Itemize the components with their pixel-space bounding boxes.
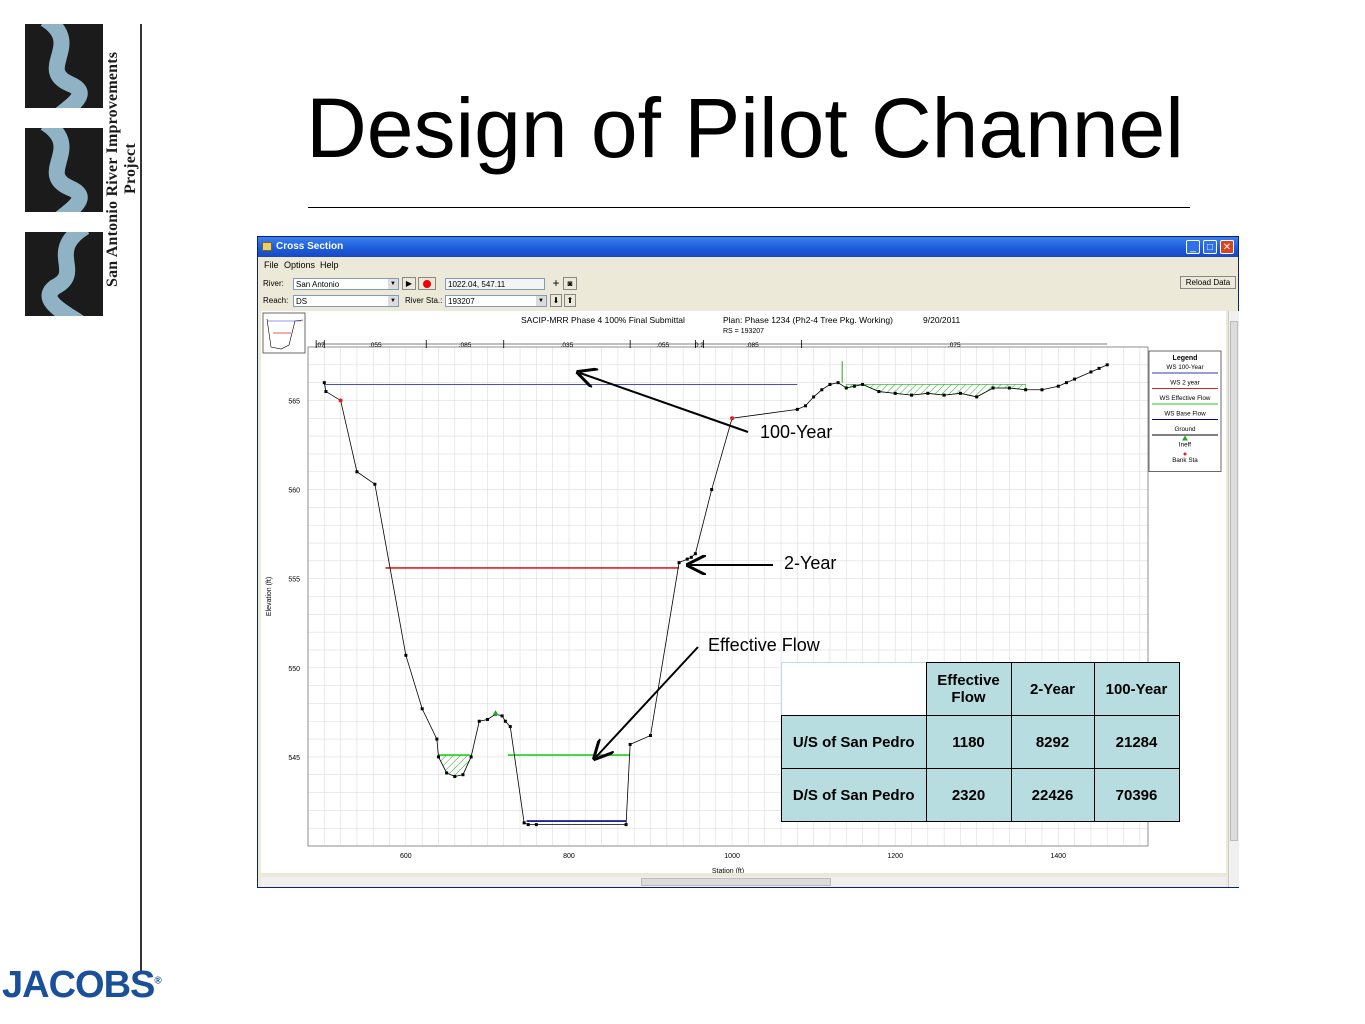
table-cell: 1180 <box>925 715 1012 769</box>
table-header-row: Effective Flow 2-Year 100-Year <box>781 662 1180 716</box>
arrow-effective-flow <box>596 646 699 757</box>
header-effective-flow: Effective Flow <box>925 662 1012 716</box>
table-row: U/S of San Pedro 1180 8292 21284 <box>781 715 1180 769</box>
flow-table: Effective Flow 2-Year 100-Year U/S of Sa… <box>781 662 1180 822</box>
table-cell: 21284 <box>1093 715 1180 769</box>
header-2-year: 2-Year <box>1010 662 1095 716</box>
table-corner <box>781 662 927 716</box>
table-cell: 2320 <box>925 768 1012 822</box>
table-cell: 70396 <box>1093 768 1180 822</box>
header-100-year: 100-Year <box>1093 662 1180 716</box>
table-cell: 8292 <box>1010 715 1095 769</box>
table-cell: 22426 <box>1010 768 1095 822</box>
row-label: D/S of San Pedro <box>781 768 927 822</box>
row-label: U/S of San Pedro <box>781 715 927 769</box>
arrow-100-year <box>580 373 749 433</box>
table-row: D/S of San Pedro 2320 22426 70396 <box>781 768 1180 822</box>
annotation-arrows <box>0 0 773 1024</box>
